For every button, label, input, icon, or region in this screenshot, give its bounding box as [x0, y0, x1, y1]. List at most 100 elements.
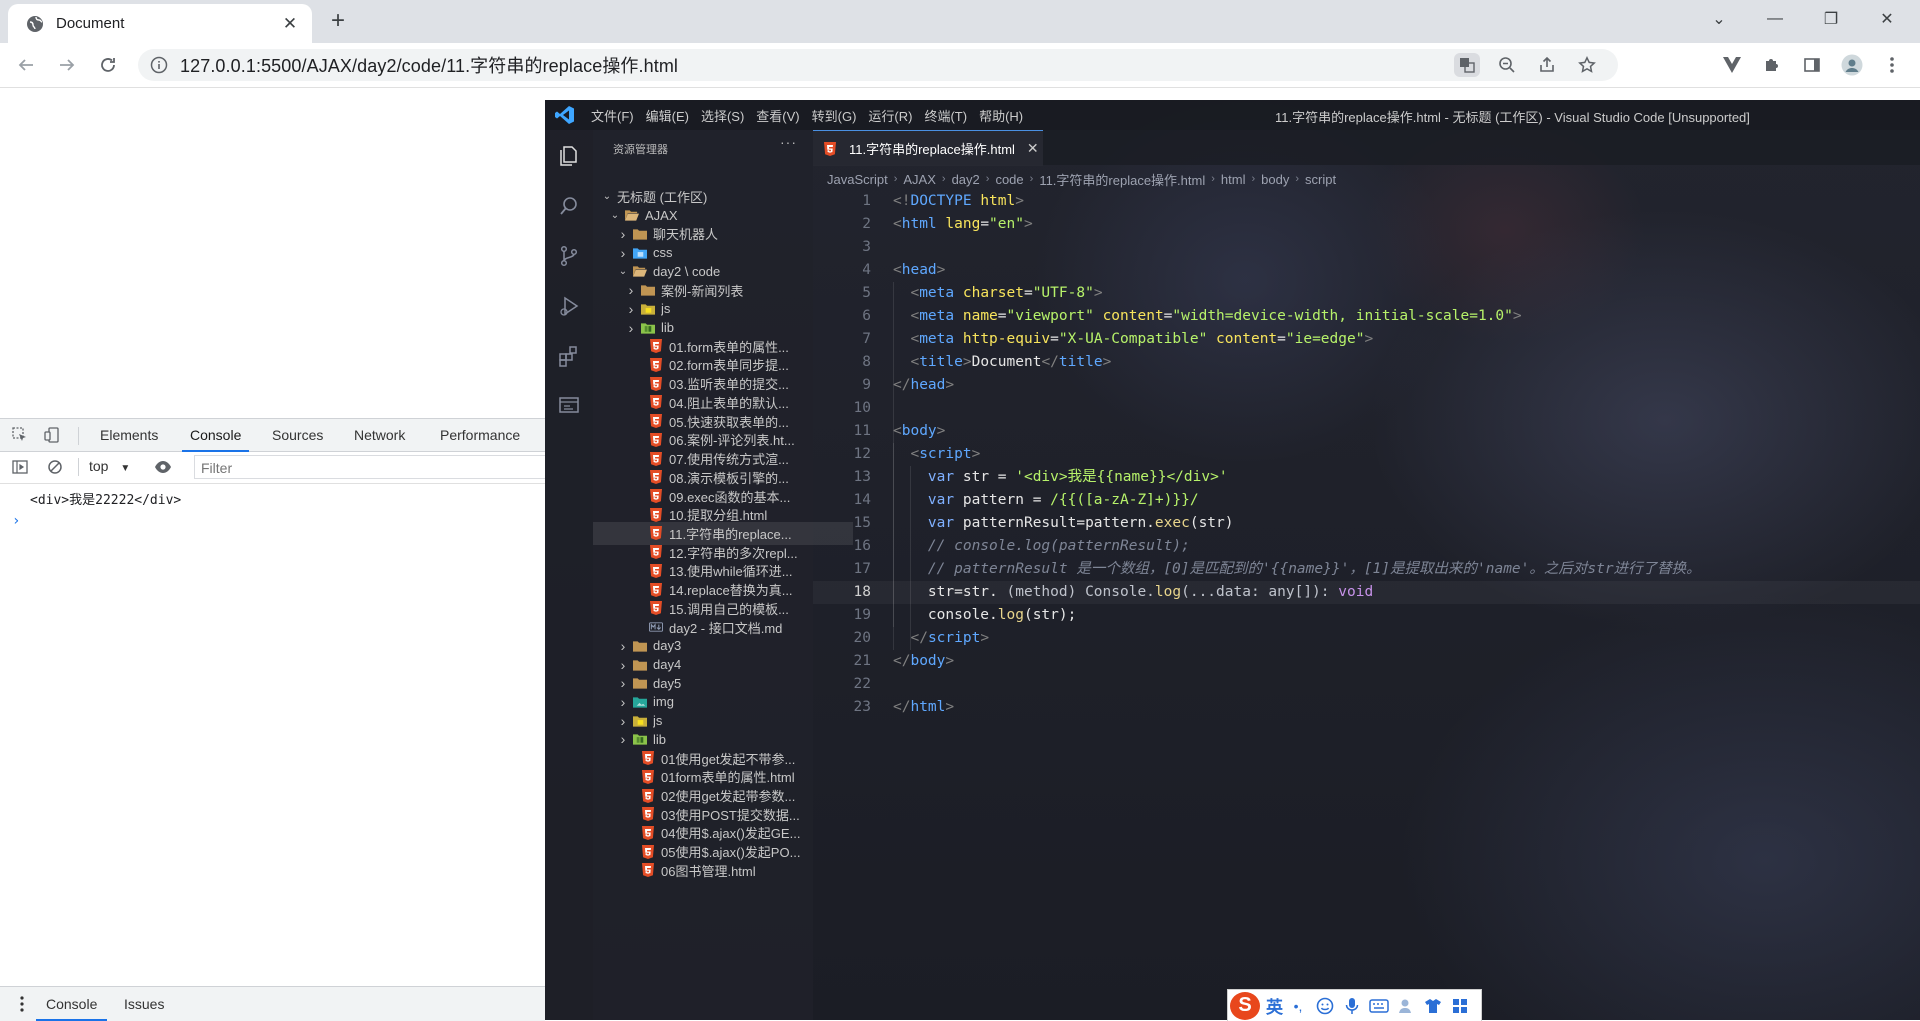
code-line[interactable]: 12 <script>	[813, 443, 1920, 466]
menu-go[interactable]: 转到(G)	[812, 106, 857, 125]
menu-help[interactable]: 帮助(H)	[979, 106, 1023, 125]
code-line[interactable]: 23 </html>	[813, 696, 1920, 719]
browser-tab[interactable]: Document ✕	[8, 4, 312, 43]
code-line[interactable]: 17 // patternResult 是一个数组，[0]是匹配到的'{{nam…	[813, 558, 1920, 581]
source-control-icon[interactable]	[555, 242, 583, 270]
eye-icon[interactable]	[153, 457, 173, 477]
sogou-logo-icon[interactable]: S	[1230, 991, 1260, 1020]
drawer-tab-console[interactable]: Console	[35, 987, 108, 1021]
menu-terminal[interactable]: 终端(T)	[924, 106, 967, 125]
minimize-button[interactable]: —	[1752, 0, 1798, 38]
tree-item-label: day2 \ code	[653, 263, 721, 279]
microphone-icon[interactable]	[1340, 994, 1364, 1018]
console-filter-input[interactable]: Filter	[194, 455, 545, 479]
code-line[interactable]: 15 var patternResult=pattern.exec(str)	[813, 512, 1920, 535]
breadcrumb-item[interactable]: day2	[952, 172, 980, 187]
run-debug-icon[interactable]	[555, 292, 583, 320]
site-info-icon[interactable]	[150, 56, 168, 74]
editor-tab-active[interactable]: 11.字符串的replace操作.html ✕	[813, 130, 1043, 166]
side-panel-icon[interactable]	[1800, 53, 1824, 77]
translate-icon[interactable]	[1454, 53, 1480, 77]
code-line[interactable]: 7 <meta http-equiv="X-UA-Compatible" con…	[813, 328, 1920, 351]
code-line[interactable]: 3	[813, 236, 1920, 259]
code-line[interactable]: 9 </head>	[813, 374, 1920, 397]
chevron-right-icon: ›	[628, 282, 634, 299]
code-line[interactable]: 13 var str = '<div>我是{{name}}</div>'	[813, 466, 1920, 489]
code-line[interactable]: 5 <meta charset="UTF-8">	[813, 282, 1920, 305]
menu-selection[interactable]: 选择(S)	[701, 106, 744, 125]
address-bar[interactable]: 127.0.0.1:5500/AJAX/day2/code/11.字符串的rep…	[138, 49, 1618, 81]
menu-view[interactable]: 查看(V)	[756, 106, 799, 125]
menu-run[interactable]: 运行(R)	[868, 106, 912, 125]
extensions-icon[interactable]	[555, 342, 583, 370]
restore-button[interactable]: ❐	[1808, 0, 1854, 38]
explorer-more-icon[interactable]: ···	[780, 134, 797, 150]
forward-button[interactable]	[55, 53, 79, 77]
code-line[interactable]: 6 <meta name="viewport" content="width=d…	[813, 305, 1920, 328]
code-token: body	[910, 653, 946, 669]
drawer-tab-issues[interactable]: Issues	[124, 987, 164, 1021]
keyboard-icon[interactable]	[1367, 994, 1391, 1018]
share-icon[interactable]	[1534, 53, 1560, 77]
menu-edit[interactable]: 编辑(E)	[646, 106, 689, 125]
code-line[interactable]: 14 var pattern = /{{([a-zA-Z]+)}}/	[813, 489, 1920, 512]
breadcrumb-item[interactable]: script	[1305, 172, 1336, 187]
code-line[interactable]: 22	[813, 673, 1920, 696]
html5-icon	[641, 825, 655, 840]
tab-console[interactable]: Console	[181, 419, 250, 452]
clear-console-icon[interactable]	[45, 457, 65, 477]
sidebar-toggle-icon[interactable]	[10, 457, 30, 477]
code-line[interactable]: 16 // console.log(patternResult);	[813, 535, 1920, 558]
breadcrumb-item[interactable]: html	[1221, 172, 1246, 187]
emoji-icon[interactable]	[1313, 994, 1337, 1018]
tab-network[interactable]: Network	[354, 419, 405, 451]
code-line[interactable]: 2 <html lang="en">	[813, 213, 1920, 236]
console-prompt[interactable]: ›	[12, 513, 20, 529]
new-tab-button[interactable]: +	[326, 9, 350, 33]
tab-sources[interactable]: Sources	[272, 419, 323, 451]
profile-avatar[interactable]	[1840, 53, 1864, 77]
context-selector[interactable]: top ▼	[89, 458, 130, 474]
code-line[interactable]: 20 </script>	[813, 627, 1920, 650]
search-icon[interactable]	[555, 192, 583, 220]
code-token: =	[980, 216, 990, 232]
vue-devtools-icon[interactable]	[1720, 53, 1744, 77]
tab-elements[interactable]: Elements	[100, 419, 158, 451]
reload-button[interactable]	[96, 53, 120, 77]
remote-explorer-icon[interactable]	[555, 392, 583, 420]
zoom-out-icon[interactable]	[1494, 53, 1520, 77]
tab-search-icon[interactable]: ⌄	[1696, 0, 1742, 38]
breadcrumb-item[interactable]: body	[1261, 172, 1289, 187]
extensions-puzzle-icon[interactable]	[1760, 53, 1784, 77]
breadcrumb-item[interactable]: AJAX	[903, 172, 936, 187]
close-tab-icon[interactable]: ✕	[1027, 140, 1039, 157]
code-line[interactable]: 8 <title>Document</title>	[813, 351, 1920, 374]
code-line[interactable]: 4 <head>	[813, 259, 1920, 282]
breadcrumb-item[interactable]: JavaScript	[827, 172, 888, 187]
tab-performance[interactable]: Performance	[440, 419, 520, 451]
code-line[interactable]: 19 console.log(str);	[813, 604, 1920, 627]
breadcrumb-item[interactable]: code	[995, 172, 1023, 187]
close-window-button[interactable]: ✕	[1864, 0, 1910, 38]
drawer-menu-icon[interactable]	[12, 994, 32, 1014]
code-line[interactable]: 21 </body>	[813, 650, 1920, 673]
toolbox-grid-icon[interactable]	[1448, 994, 1472, 1018]
tree-item[interactable]: 06图书管理.html	[593, 859, 845, 882]
close-tab-icon[interactable]: ✕	[280, 14, 300, 34]
chrome-menu-icon[interactable]	[1880, 53, 1904, 77]
code-line[interactable]: 11 <body>	[813, 420, 1920, 443]
inspect-element-icon[interactable]	[10, 425, 30, 445]
code-line[interactable]: 18 str=str. (method) Console.log(...data…	[813, 581, 1920, 604]
device-toggle-icon[interactable]	[42, 425, 62, 445]
explorer-files-icon[interactable]	[555, 142, 583, 170]
user-icon[interactable]	[1394, 994, 1418, 1018]
menu-file[interactable]: 文件(F)	[591, 106, 634, 125]
ime-language-toggle[interactable]: 英	[1266, 993, 1283, 1018]
code-line[interactable]: 10	[813, 397, 1920, 420]
code-line[interactable]: 1 <!DOCTYPE html>	[813, 190, 1920, 213]
back-button[interactable]	[14, 53, 38, 77]
ime-punctuation-toggle[interactable]: •,	[1286, 994, 1310, 1018]
breadcrumb-item[interactable]: 11.字符串的replace操作.html	[1039, 170, 1205, 189]
bookmark-star-icon[interactable]	[1574, 53, 1600, 77]
skin-shirt-icon[interactable]	[1421, 994, 1445, 1018]
